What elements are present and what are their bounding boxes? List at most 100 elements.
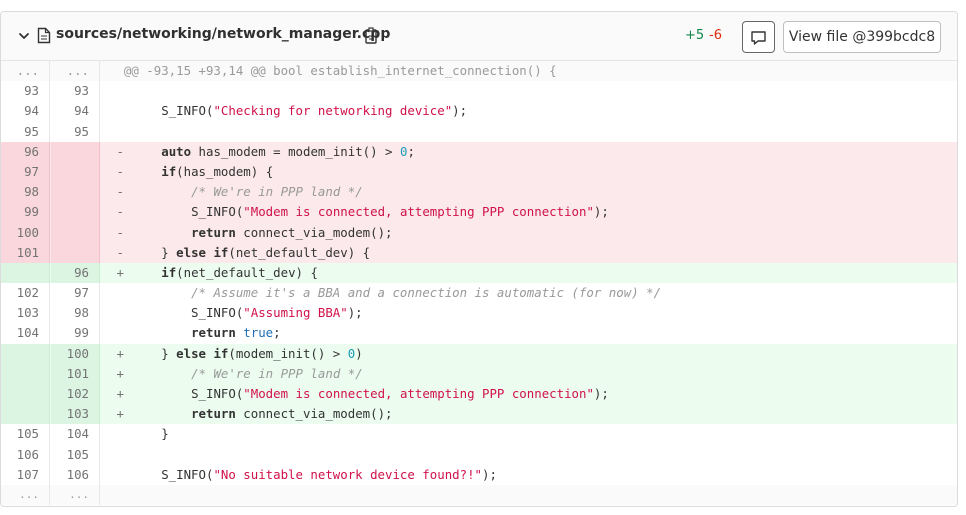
- diff-line: 107 106 S_INFO("No suitable network devic…: [1, 464, 957, 485]
- line-code: + return connect_via_modem();: [116, 406, 393, 422]
- old-line-number[interactable]: 102: [1, 283, 50, 304]
- comment-icon: [751, 31, 766, 45]
- diff-line: 98 - /* We're in PPP land */: [1, 182, 957, 203]
- new-line-number[interactable]: 93: [51, 81, 100, 102]
- old-line-number[interactable]: 105: [1, 424, 50, 445]
- new-line-number[interactable]: 106: [51, 464, 100, 485]
- diff-line: 103 + return connect_via_modem();: [1, 404, 957, 425]
- new-line-number[interactable]: 102: [51, 384, 100, 405]
- new-line-number[interactable]: 98: [51, 303, 100, 324]
- line-code: - } else if(net_default_dev) {: [116, 244, 371, 260]
- line-code: + if(net_default_dev) {: [116, 264, 318, 280]
- line-code: [101, 81, 957, 101]
- line-code: + } else if(modem_init() > 0): [116, 345, 363, 361]
- diff-line: 99 - S_INFO("Modem is connected, attempt…: [1, 202, 957, 223]
- new-line-number[interactable]: 100: [51, 343, 100, 364]
- diff-line: 100 + } else if(modem_init() > 0): [1, 343, 957, 364]
- line-code: @@ -93,15 +93,14 @@ bool establish_inter…: [109, 63, 557, 78]
- old-line-number[interactable]: [1, 404, 50, 425]
- new-line-number[interactable]: ...: [51, 61, 100, 82]
- line-code: - return connect_via_modem();: [116, 224, 393, 240]
- old-line-number[interactable]: 99: [1, 202, 50, 223]
- new-line-number[interactable]: 95: [51, 121, 100, 142]
- diff-line: 106 105: [1, 444, 957, 465]
- old-line-number[interactable]: 104: [1, 323, 50, 344]
- old-line-number[interactable]: [1, 363, 50, 384]
- old-line-number[interactable]: [1, 384, 50, 405]
- new-line-number[interactable]: 97: [51, 283, 100, 304]
- file-icon: [37, 27, 51, 44]
- additions-count: +5: [685, 28, 705, 43]
- diff-line: 95 95: [1, 121, 957, 142]
- new-line-number[interactable]: 104: [51, 424, 100, 445]
- comment-button[interactable]: [742, 21, 775, 53]
- old-line-number[interactable]: 103: [1, 303, 50, 324]
- diff-line: 96 + if(net_default_dev) {: [1, 262, 957, 284]
- new-line-number[interactable]: [51, 242, 100, 263]
- old-line-number[interactable]: 101: [1, 242, 50, 263]
- hunk-header[interactable]: ...... @@ -93,15 +93,14 @@ bool establis…: [1, 61, 957, 82]
- expand-row[interactable]: ......: [1, 484, 957, 506]
- diff-line: 103 98 S_INFO("Assuming BBA");: [1, 303, 957, 324]
- new-line-number[interactable]: ...: [51, 484, 100, 506]
- new-line-number[interactable]: [51, 161, 100, 183]
- line-code: }: [109, 426, 169, 442]
- file-path[interactable]: sources/networking/network_manager.cpp: [56, 26, 390, 42]
- old-line-number[interactable]: 98: [1, 182, 50, 203]
- diff-line: 93 93: [1, 81, 957, 102]
- diff-file: sources/networking/network_manager.cpp +…: [0, 11, 958, 507]
- old-line-number[interactable]: 93: [1, 81, 50, 102]
- new-line-number[interactable]: 94: [51, 101, 100, 122]
- old-line-number[interactable]: [1, 262, 50, 284]
- line-code: [101, 485, 957, 505]
- old-line-number[interactable]: 96: [1, 141, 50, 162]
- diff-line: 101 - } else if(net_default_dev) {: [1, 242, 957, 263]
- diff-line: 94 94 S_INFO("Checking for networking dev…: [1, 101, 957, 122]
- diff-line: 96 - auto has_modem = modem_init() > 0;: [1, 141, 957, 162]
- diff-line: 104 99 return true;: [1, 323, 957, 344]
- old-line-number[interactable]: 94: [1, 101, 50, 122]
- new-line-number[interactable]: [51, 141, 100, 162]
- old-line-number[interactable]: 100: [1, 222, 50, 243]
- old-line-number[interactable]: [1, 343, 50, 364]
- new-line-number[interactable]: [51, 202, 100, 223]
- diff-line: 100 - return connect_via_modem();: [1, 222, 957, 243]
- line-code: - S_INFO("Modem is connected, attempting…: [116, 204, 609, 220]
- new-line-number[interactable]: 99: [51, 323, 100, 344]
- line-code: + S_INFO("Modem is connected, attempting…: [116, 386, 609, 401]
- old-line-number[interactable]: ...: [1, 61, 50, 82]
- deletions-count: -6: [709, 28, 722, 43]
- copy-icon[interactable]: [364, 27, 380, 45]
- chevron-down-icon[interactable]: [17, 29, 31, 43]
- line-code: return true;: [191, 325, 281, 341]
- diff-line: 105 104 }: [1, 424, 957, 445]
- diff-line: 101 + /* We're in PPP land */: [1, 363, 957, 384]
- line-code: [101, 122, 957, 142]
- file-header: sources/networking/network_manager.cpp +…: [1, 12, 957, 61]
- diff-table: ...... @@ -93,15 +93,14 @@ bool establis…: [1, 61, 957, 506]
- line-code: [101, 445, 957, 465]
- diff-line: 102 + S_INFO("Modem is connected, attemp…: [1, 384, 957, 405]
- line-code: S_INFO("No suitable network device found…: [109, 466, 497, 482]
- new-line-number[interactable]: [51, 182, 100, 203]
- new-line-number[interactable]: 101: [51, 363, 100, 384]
- new-line-number[interactable]: [51, 222, 100, 243]
- line-code: /* Assume it's a BBA and a connection is…: [191, 285, 662, 301]
- line-code: - auto has_modem = modem_init() > 0;: [116, 143, 415, 159]
- line-code: + /* We're in PPP land */: [116, 365, 363, 381]
- old-line-number[interactable]: 107: [1, 464, 50, 485]
- old-line-number[interactable]: 106: [1, 444, 50, 465]
- view-file-button[interactable]: View file @399bcdc8: [783, 21, 941, 53]
- old-line-number[interactable]: 97: [1, 161, 50, 183]
- new-line-number[interactable]: 103: [51, 404, 100, 425]
- old-line-number[interactable]: ...: [1, 484, 50, 506]
- line-code: - if(has_modem) {: [116, 163, 274, 179]
- diff-line: 102 97 /* Assume it's a BBA and a connect…: [1, 283, 957, 304]
- new-line-number[interactable]: 105: [51, 444, 100, 465]
- line-code: S_INFO("Assuming BBA");: [109, 305, 363, 321]
- line-code: S_INFO("Checking for networking device")…: [109, 103, 468, 119]
- line-code: - /* We're in PPP land */: [116, 184, 363, 200]
- old-line-number[interactable]: 95: [1, 121, 50, 142]
- diff-line: 97 - if(has_modem) {: [1, 161, 957, 183]
- new-line-number[interactable]: 96: [51, 262, 100, 284]
